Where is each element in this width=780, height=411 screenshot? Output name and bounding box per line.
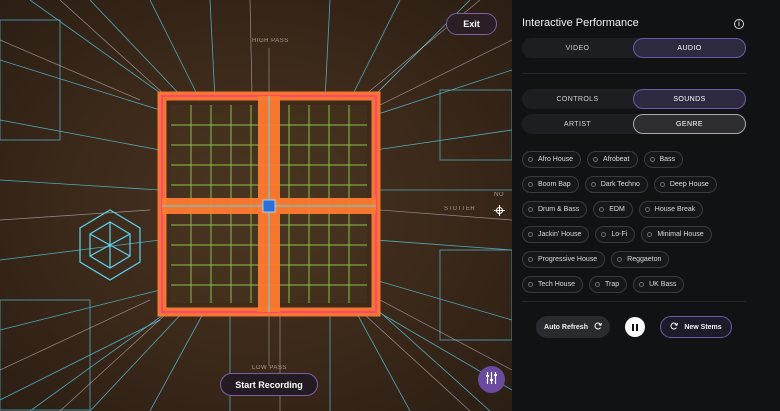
genre-tag[interactable]: Deep House [653, 176, 717, 193]
radio-dot-icon [659, 182, 665, 187]
genre-tag[interactable]: House Break [638, 201, 704, 218]
radio-dot-icon [593, 157, 599, 162]
divider [522, 301, 746, 302]
radio-dot-icon [528, 207, 533, 212]
tab-genre[interactable]: GENRE [633, 114, 746, 134]
new-stems-button[interactable]: New Stems [660, 316, 732, 338]
mode-toggle: VIDEO AUDIO [522, 38, 746, 58]
radio-dot-icon [599, 207, 605, 212]
genre-tag[interactable]: Drum & Bass [522, 201, 588, 218]
genre-tag[interactable]: Bass [643, 151, 684, 168]
filter-toggle: ARTIST GENRE [522, 114, 746, 134]
genre-tag[interactable]: Reggaeton [611, 251, 670, 268]
pause-button[interactable] [625, 317, 645, 337]
radio-dot-icon [639, 282, 645, 287]
radio-dot-icon [601, 232, 607, 237]
radio-dot-icon [528, 282, 533, 287]
genre-tag[interactable]: Minimal House [641, 226, 712, 243]
visualizer-stage[interactable]: HIGH PASS LOW PASS NO STUTTER Exit Start… [0, 0, 512, 411]
crosshair-icon [494, 203, 505, 221]
pause-icon [636, 323, 638, 331]
section-toggle: CONTROLS SOUNDS [522, 89, 746, 109]
tab-video[interactable]: VIDEO [522, 38, 633, 58]
genre-tag[interactable]: Trap [588, 276, 628, 293]
control-panel: Interactive Performance i VIDEO AUDIO CO… [512, 0, 780, 411]
axis-label-high-pass: HIGH PASS [252, 38, 289, 44]
divider [522, 73, 746, 74]
wireframe-scene [0, 0, 512, 411]
genre-tag[interactable]: Jackin' House [522, 226, 590, 243]
info-icon[interactable]: i [734, 19, 744, 29]
genre-tag[interactable]: UK Bass [633, 276, 685, 293]
sliders-icon [485, 371, 498, 389]
tab-audio[interactable]: AUDIO [633, 38, 746, 58]
radio-dot-icon [528, 257, 533, 262]
radio-dot-icon [528, 157, 533, 162]
tab-controls[interactable]: CONTROLS [522, 89, 633, 109]
radio-dot-icon [528, 232, 533, 237]
radio-dot-icon [590, 182, 596, 187]
radio-dot-icon [594, 282, 600, 287]
tab-sounds[interactable]: SOUNDS [633, 89, 746, 109]
genre-tag[interactable]: Tech House [522, 276, 583, 293]
refresh-icon [670, 322, 679, 332]
radio-dot-icon [644, 207, 650, 212]
genre-tag[interactable]: EDM [593, 201, 633, 218]
genre-tag[interactable]: Progressive House [522, 251, 606, 268]
genre-tag[interactable]: Boom Bap [522, 176, 579, 193]
start-recording-button[interactable]: Start Recording [220, 373, 318, 396]
genre-tag[interactable]: Afrobeat [587, 151, 638, 168]
mixer-button[interactable] [478, 366, 505, 393]
genre-tag[interactable]: Dark Techno [584, 176, 648, 193]
pause-icon [632, 323, 634, 331]
refresh-icon [594, 322, 602, 332]
genre-tag[interactable]: Afro House [522, 151, 582, 168]
radio-dot-icon [617, 257, 623, 262]
tab-artist[interactable]: ARTIST [522, 114, 633, 134]
radio-dot-icon [528, 182, 533, 187]
axis-label-stutter: STUTTER [444, 206, 476, 212]
playback-controls: Auto Refresh New Stems [522, 316, 746, 338]
genre-list: Afro House Afrobeat Bass Boom Bap Dark T… [522, 151, 752, 301]
exit-button[interactable]: Exit [446, 13, 497, 35]
panel-title: Interactive Performance [522, 17, 639, 29]
auto-refresh-button[interactable]: Auto Refresh [536, 316, 610, 338]
genre-tag[interactable]: Lo-Fi [595, 226, 636, 243]
radio-dot-icon [649, 157, 655, 162]
radio-dot-icon [647, 232, 653, 237]
axis-label-right-top: NO [494, 192, 504, 198]
axis-label-low-pass: LOW PASS [252, 365, 287, 371]
